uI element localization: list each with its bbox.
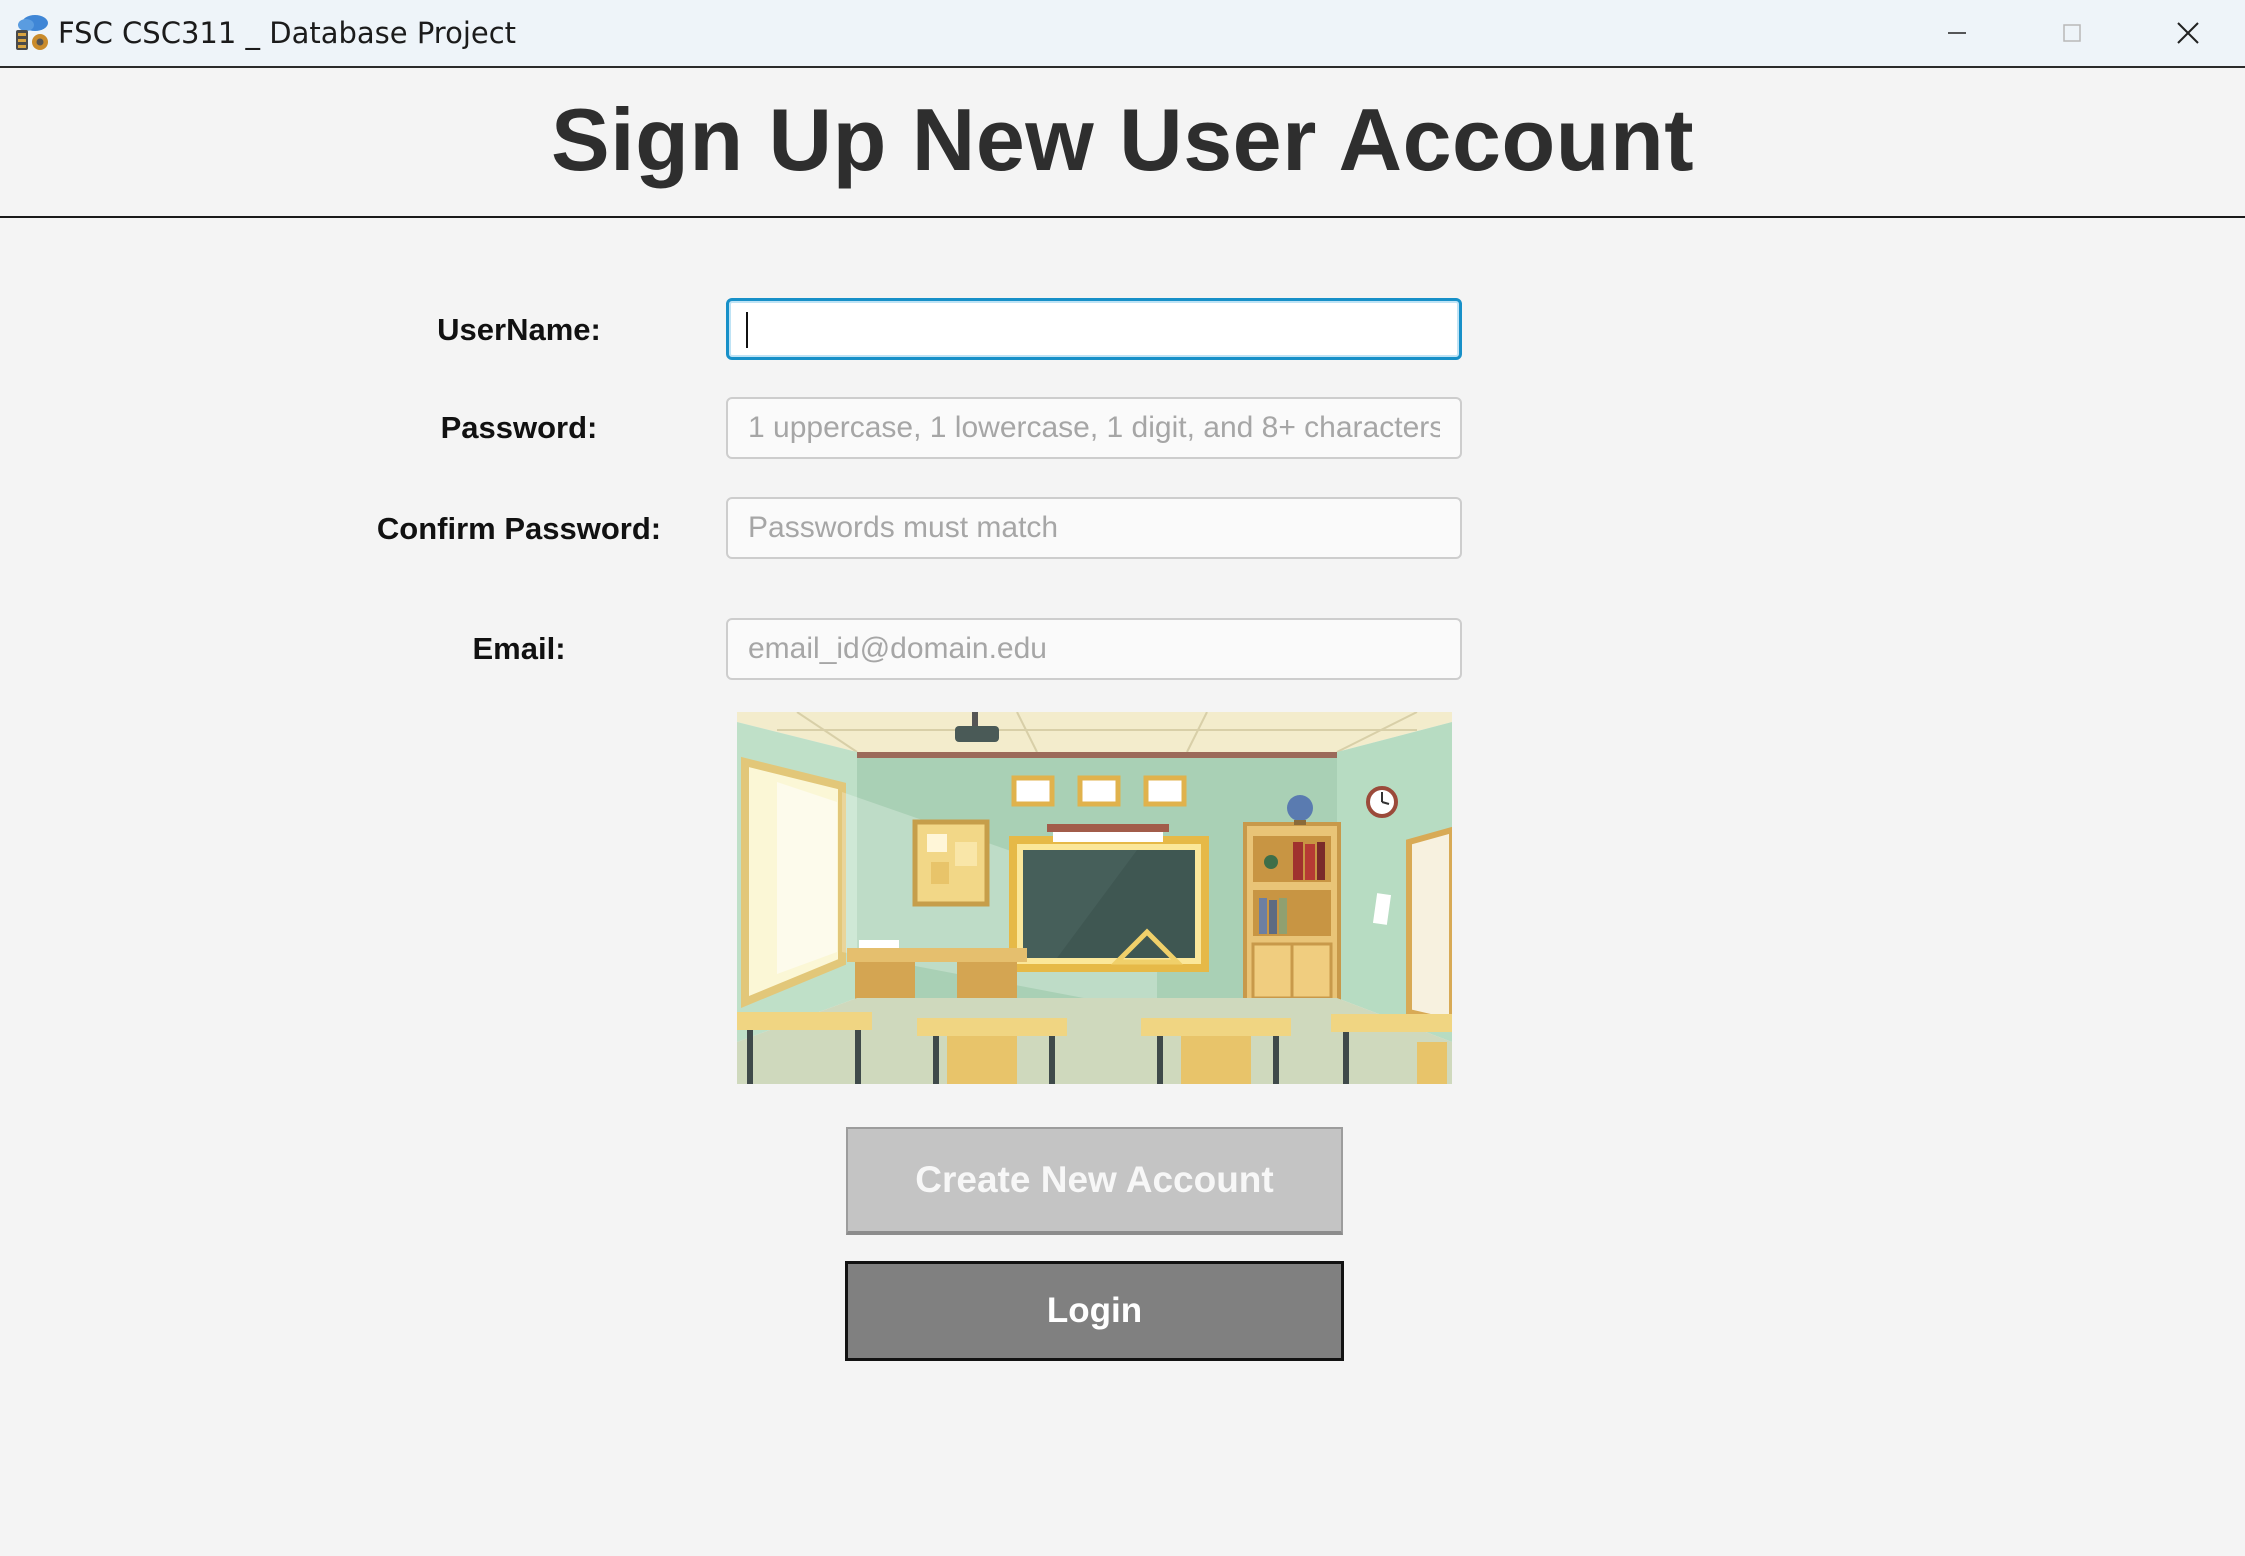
window-titlebar: FSC CSC311 _ Database Project: [0, 0, 2245, 68]
page-header: Sign Up New User Account: [0, 68, 2245, 218]
confirm-password-label: Confirm Password:: [376, 511, 662, 546]
email-label: Email:: [472, 631, 566, 666]
close-icon: [2176, 22, 2199, 44]
database-cloud-icon: [12, 12, 54, 54]
password-label: Password:: [440, 410, 598, 445]
maximize-icon: [2062, 24, 2081, 42]
username-input[interactable]: [726, 298, 1462, 360]
username-label: UserName:: [437, 312, 601, 347]
maximize-button[interactable]: [2014, 0, 2129, 66]
confirm-password-input[interactable]: [726, 497, 1462, 559]
email-input[interactable]: [726, 618, 1462, 680]
password-input[interactable]: [726, 397, 1462, 459]
close-button[interactable]: [2130, 0, 2245, 66]
minimize-icon: [1947, 32, 1966, 34]
login-button[interactable]: Login: [845, 1261, 1344, 1361]
minimize-button[interactable]: [1899, 0, 2014, 66]
classroom-illustration: [737, 711, 1455, 1084]
text-caret: [746, 312, 748, 348]
page-title: Sign Up New User Account: [550, 90, 1695, 189]
window-title: FSC CSC311 _ Database Project: [58, 16, 517, 50]
create-new-account-button[interactable]: Create New Account: [846, 1127, 1343, 1235]
